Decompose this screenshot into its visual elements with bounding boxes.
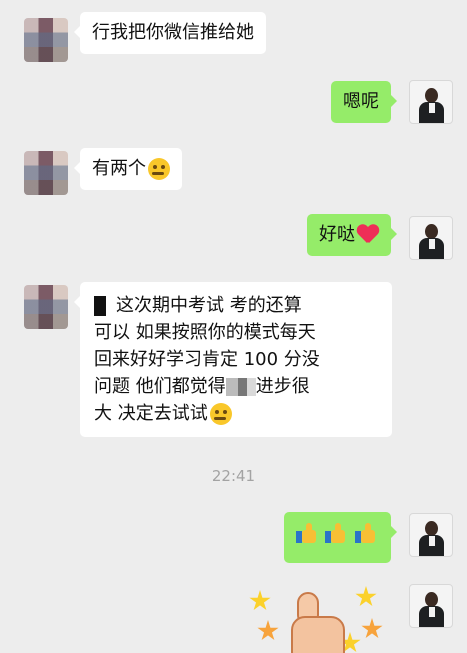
redaction-mark bbox=[225, 378, 256, 396]
self-avatar[interactable] bbox=[409, 80, 453, 124]
message-line-text: 进步很 bbox=[255, 376, 310, 397]
message-bubble-sent[interactable]: 嗯呢 bbox=[331, 81, 397, 123]
thumbs-up-icon bbox=[355, 522, 379, 544]
avatar-head-shape bbox=[425, 521, 438, 536]
star-icon bbox=[361, 618, 383, 639]
red-heart-icon bbox=[357, 225, 379, 245]
message-bubble-received[interactable]: 行我把你微信推给她 bbox=[74, 12, 266, 54]
message-line: 这次期中考试 考的还算 bbox=[94, 292, 378, 319]
message-bubble-sent[interactable] bbox=[283, 512, 398, 563]
message-line: 可以 如果按照你的模式每天 bbox=[94, 322, 316, 343]
self-avatar[interactable] bbox=[409, 513, 453, 557]
message-text: 行我把你微信推给她 bbox=[92, 22, 254, 43]
message-bubble-sent[interactable]: 好哒 bbox=[307, 214, 397, 256]
message-text: 好哒 bbox=[319, 224, 355, 245]
avatar-shirt-shape bbox=[429, 239, 435, 249]
message-text: 嗯呢 bbox=[343, 91, 379, 112]
message-line-text: 问题 他们都觉得 bbox=[94, 376, 226, 397]
avatar-head-shape bbox=[425, 592, 438, 607]
message-line-text: 这次期中考试 考的还算 bbox=[116, 295, 302, 316]
message-line-text: 大 决定去试试 bbox=[94, 403, 208, 424]
avatar-head-shape bbox=[425, 88, 438, 103]
message-line: 问题 他们都觉得 进步很 bbox=[94, 373, 378, 400]
star-icon bbox=[257, 620, 279, 641]
thinking-face-icon bbox=[148, 158, 170, 180]
redaction-mark bbox=[94, 296, 106, 316]
contact-avatar[interactable] bbox=[24, 151, 68, 195]
self-avatar[interactable] bbox=[409, 216, 453, 260]
avatar-shirt-shape bbox=[429, 103, 435, 113]
avatar-shirt-shape bbox=[429, 536, 435, 546]
message-line: 大 决定去试试 bbox=[94, 400, 378, 427]
star-icon bbox=[249, 590, 271, 611]
thinking-face-icon bbox=[209, 403, 232, 425]
chat-timestamp: 22:41 bbox=[211, 467, 256, 485]
thumbs-up-sticker[interactable] bbox=[243, 580, 393, 653]
message-bubble-received[interactable]: 有两个 bbox=[74, 148, 182, 190]
message-line: 回来好好学习肯定 100 分没 bbox=[94, 349, 320, 370]
message-bubble-received[interactable]: 这次期中考试 考的还算 可以 如果按照你的模式每天 回来好好学习肯定 100 分… bbox=[74, 282, 392, 437]
contact-avatar[interactable] bbox=[24, 18, 68, 62]
self-avatar[interactable] bbox=[409, 584, 453, 628]
thumbs-up-icon bbox=[295, 522, 320, 544]
avatar-shirt-shape bbox=[429, 607, 435, 617]
avatar-head-shape bbox=[425, 224, 438, 239]
star-icon bbox=[355, 586, 377, 607]
contact-avatar[interactable] bbox=[24, 285, 68, 329]
thumbs-up-icon bbox=[325, 522, 349, 544]
message-text: 有两个 bbox=[92, 158, 146, 179]
thumbs-up-icon bbox=[291, 592, 347, 653]
